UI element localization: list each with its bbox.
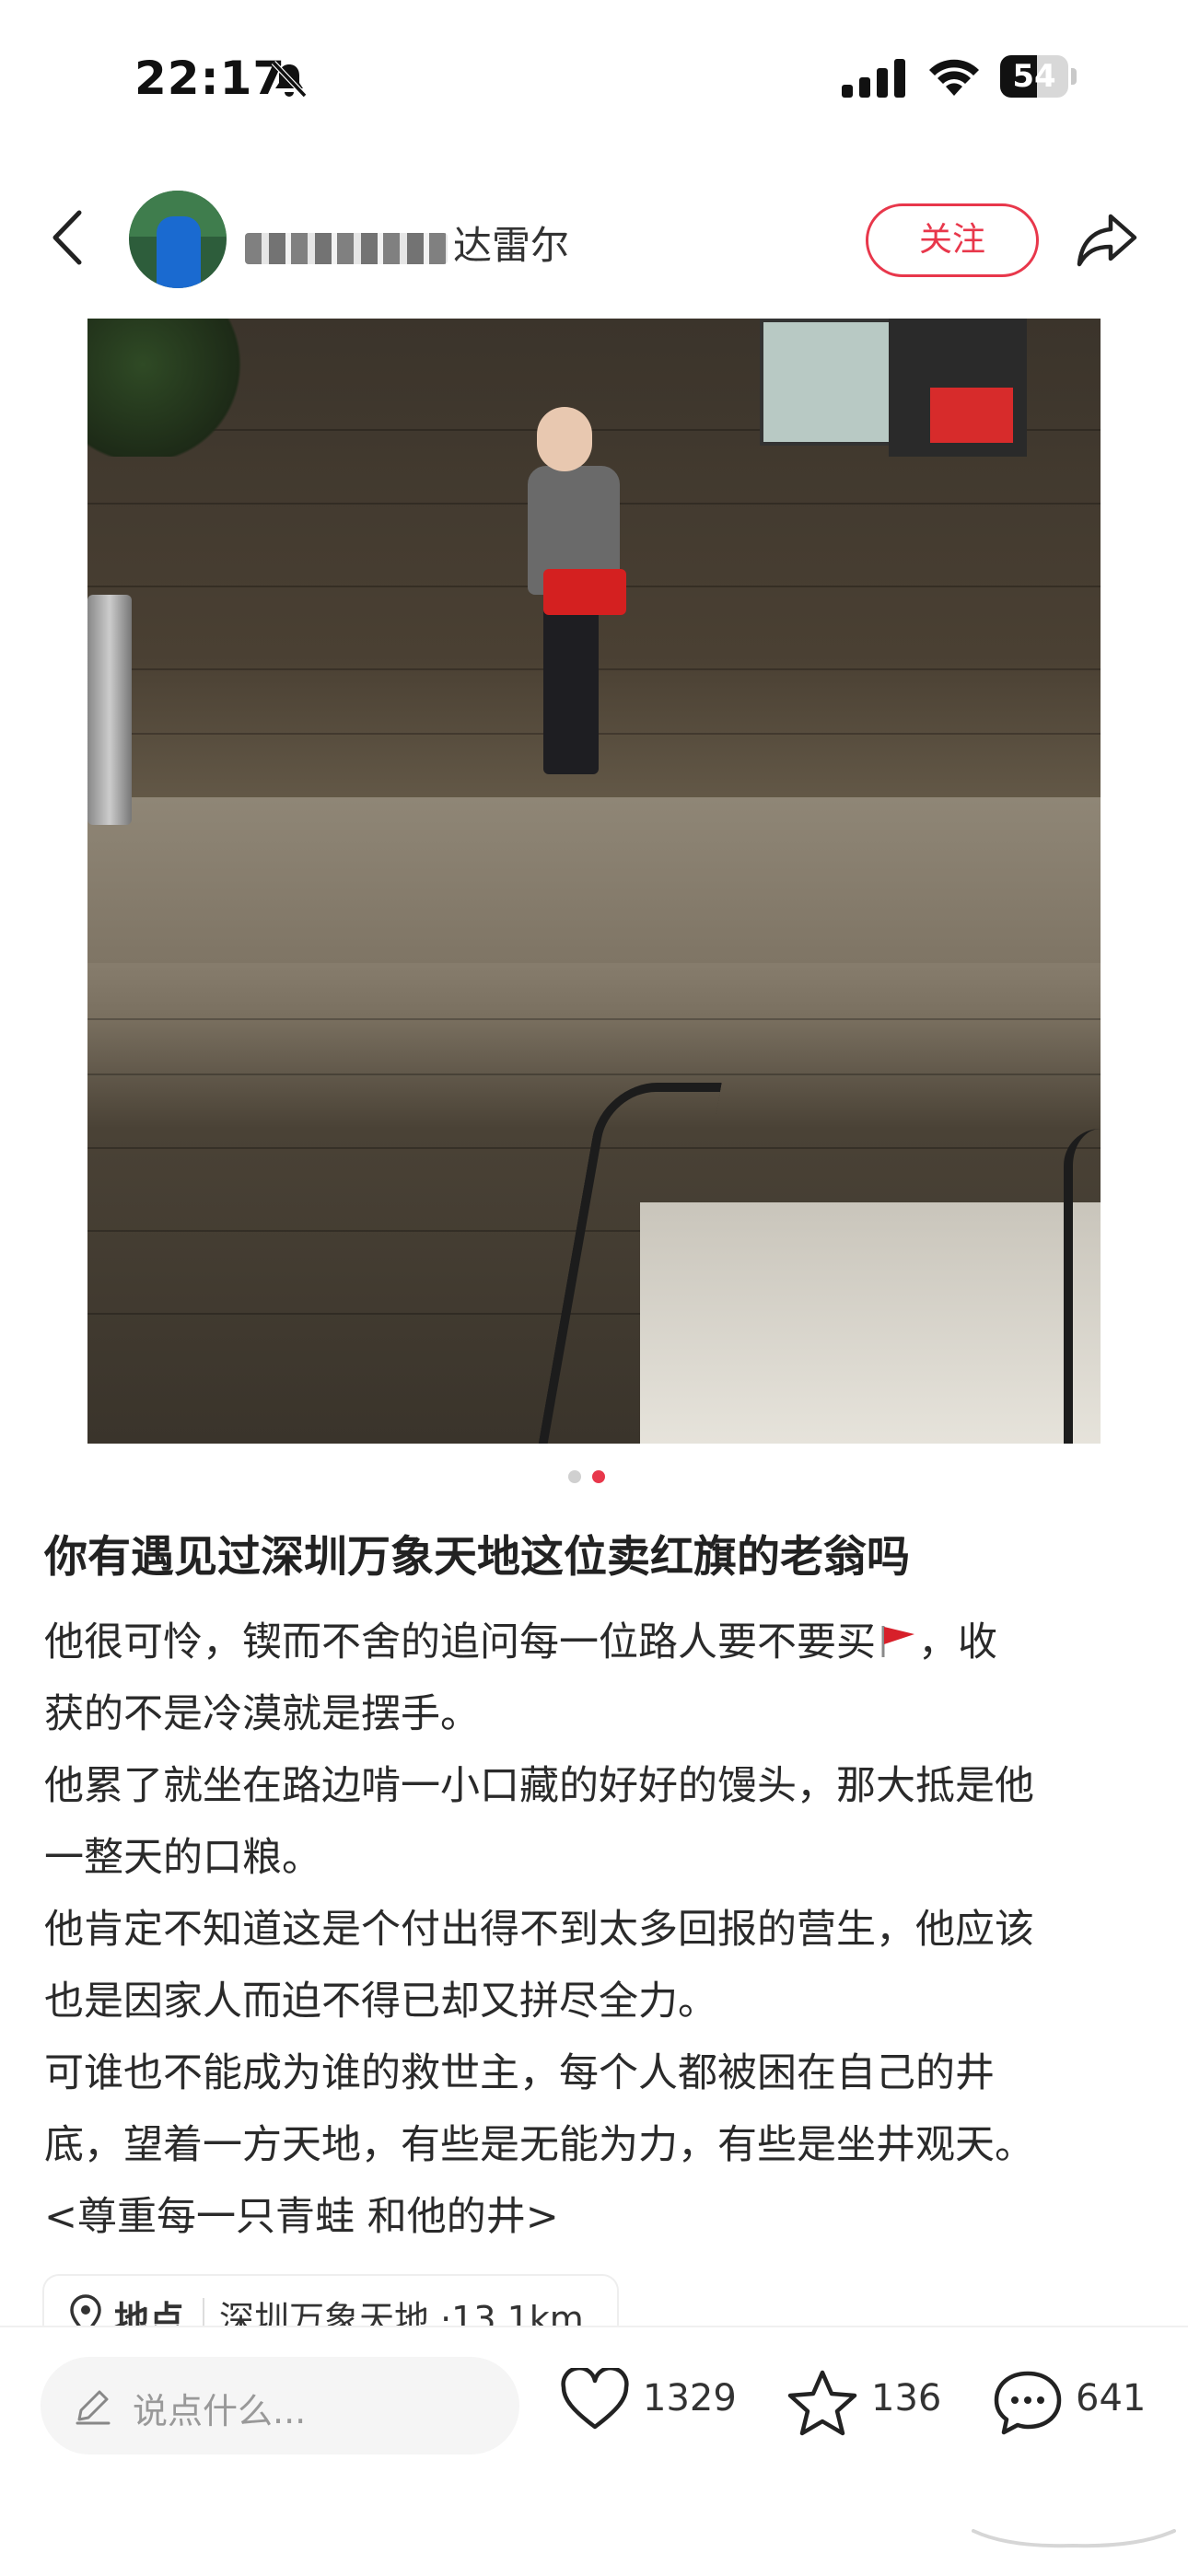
content-line: 他累了就坐在路边啃一小口藏的好好的馒头，那大抵是他 [44,1763,1034,1809]
red-flag-icon [881,1626,914,1657]
content-line: 底，望着一方天地，有些是无能为力，有些是坐井观天。 [44,2122,1034,2168]
comment-count: 641 [1076,2377,1147,2419]
author-name-text: 达雷尔 [453,223,570,268]
favorite-count: 136 [871,2377,942,2419]
bell-muted-icon [271,60,308,99]
follow-button[interactable]: 关注 [866,203,1039,277]
pencil-icon [76,2390,111,2425]
battery-icon: 54 [1000,55,1077,98]
like-count: 1329 [643,2377,737,2419]
content-line: 一整天的口粮。 [44,1835,321,1881]
content-line: 他很可怜，锲而不舍的追问每一位路人要不要买 ，收 [44,1619,997,1665]
like-button[interactable]: 1329 [560,2361,744,2443]
carousel-dot [592,1470,605,1483]
status-bar: 22:17 54 [0,0,1188,157]
share-icon[interactable] [1074,207,1140,272]
content-line: 他肯定不知道这是个付出得不到太多回报的营生，他应该 [44,1907,1034,1953]
post-content: 他很可怜，锲而不舍的追问每一位路人要不要买 ，收 获的不是冷漠就是摆手。 他累了就… [44,1607,1149,2253]
content-line: <尊重每一只青蛙 和他的井> [44,2194,559,2240]
content-line: 也是因家人而迫不得已却又拼尽全力。 [44,1978,717,2025]
content-line: 可谁也不能成为谁的救世主，每个人都被困在自己的井 [44,2050,995,2096]
comment-input[interactable]: 说点什么... [41,2357,519,2454]
carousel-indicator [568,1470,623,1485]
post-header: 达雷尔 关注 [0,180,1188,299]
heart-icon [561,2368,629,2430]
author-name[interactable]: 达雷尔 [245,215,569,271]
wifi-icon [929,59,979,96]
star-icon [787,2370,857,2436]
scroll-indicator-icon [972,2529,1176,2548]
post-photo[interactable] [87,319,1101,1444]
author-avatar[interactable] [129,191,227,288]
cellular-signal-icon [842,59,905,98]
status-time: 22:17 [134,52,286,105]
favorite-button[interactable]: 136 [786,2361,952,2443]
blurred-name-part [245,232,448,264]
battery-percent: 54 [1012,58,1056,95]
comment-placeholder: 说点什么... [133,2391,307,2431]
comment-bubble-icon [994,2371,1062,2435]
back-arrow-icon[interactable] [44,205,92,270]
content-line: 获的不是冷漠就是摆手。 [44,1691,480,1737]
post-title: 你有遇见过深圳万象天地这位卖红旗的老翁吗 [44,1532,910,1583]
carousel-dot [568,1470,581,1483]
comment-button[interactable]: 641 [991,2361,1175,2443]
